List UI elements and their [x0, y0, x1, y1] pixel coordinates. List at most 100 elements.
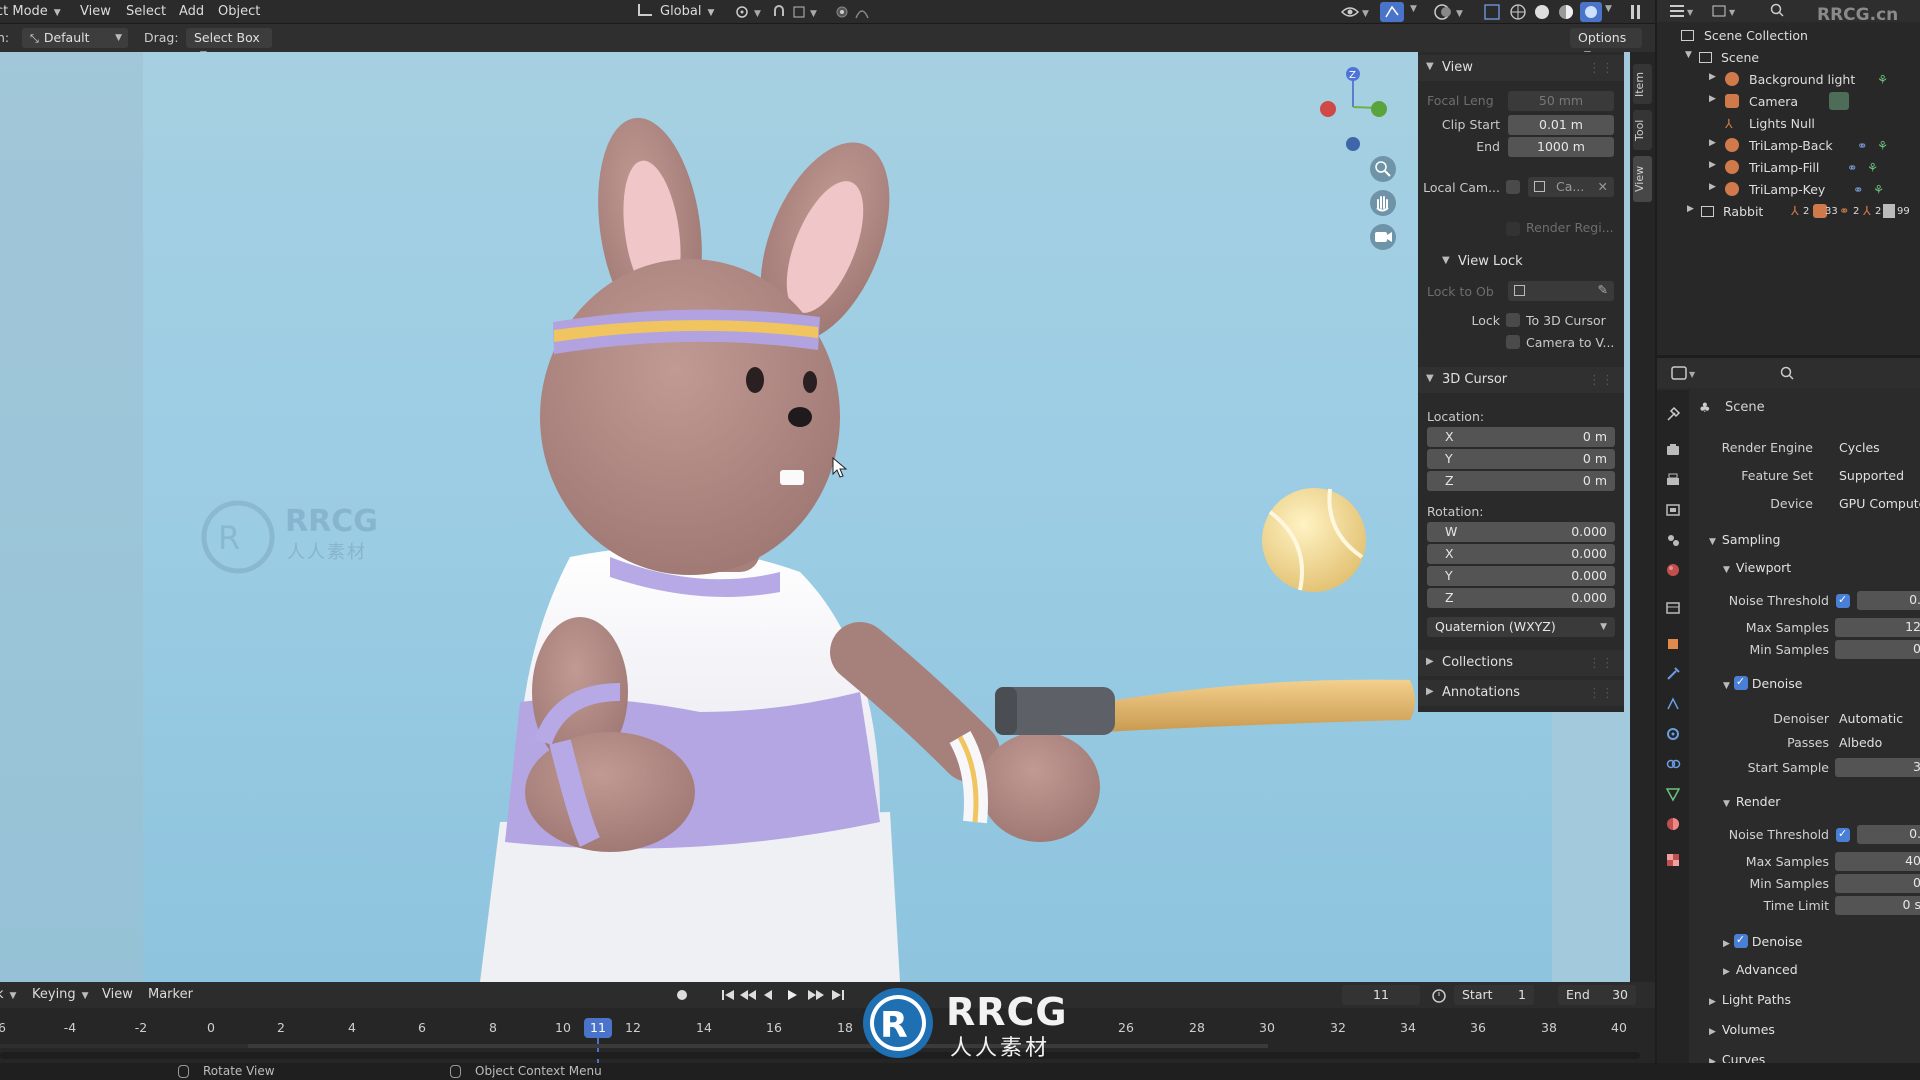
cursor-location-z[interactable]: Z0 m: [1427, 471, 1615, 491]
output-tab-icon[interactable]: [1665, 472, 1681, 488]
shading-solid-icon[interactable]: [1532, 2, 1552, 22]
mode-select[interactable]: ct Mode ▼: [0, 4, 61, 19]
menu-select[interactable]: Select: [126, 4, 166, 19]
gizmo-toggle-icon[interactable]: [1380, 2, 1404, 22]
cursor-location-y[interactable]: Y0 m: [1427, 449, 1615, 469]
advanced-subsection[interactable]: ▶ Advanced: [1723, 962, 1798, 977]
local-camera-checkbox[interactable]: [1506, 180, 1520, 194]
shading-wireframe-icon[interactable]: [1508, 2, 1528, 22]
outliner-item-trilamp-key[interactable]: ▶ TriLamp-Key ⚭ ⚘: [1657, 179, 1920, 201]
menu-view[interactable]: View: [80, 4, 111, 19]
cursor-rotation-y[interactable]: Y 0.000: [1427, 566, 1615, 586]
cursor-rotation-z[interactable]: Z 0.000: [1427, 588, 1615, 608]
stopwatch-icon[interactable]: [1430, 987, 1448, 1003]
tab-tool[interactable]: Tool: [1633, 110, 1652, 150]
render-subsection[interactable]: ▼ Render: [1723, 794, 1780, 809]
timeline-scrollbar[interactable]: [0, 1052, 1640, 1059]
r-denoise-checkbox[interactable]: [1733, 933, 1748, 948]
r-noise-threshold-checkbox[interactable]: [1836, 827, 1850, 842]
tab-item[interactable]: Item: [1633, 64, 1652, 104]
feature-set-select[interactable]: Supported: [1839, 468, 1904, 483]
clear-icon[interactable]: ✕: [1598, 179, 1608, 194]
clip-end-field[interactable]: 1000 m: [1508, 137, 1614, 157]
gizmo-dropdown-icon[interactable]: ▼: [1410, 4, 1417, 14]
lock-to-object-field[interactable]: ✎: [1508, 281, 1614, 301]
shading-rendered-icon[interactable]: [1580, 2, 1602, 22]
outliner-scene[interactable]: ▼ Scene: [1657, 47, 1920, 69]
transport-icons[interactable]: [720, 987, 850, 1003]
playback-menu[interactable]: k▼: [0, 987, 16, 1002]
vp-max-samples-field[interactable]: 12: [1835, 618, 1920, 637]
vp-min-samples-field[interactable]: 0: [1835, 640, 1920, 659]
collections-panel-header[interactable]: ▶ Collections ⋮⋮: [1418, 650, 1624, 676]
xray-icon[interactable]: [1482, 2, 1502, 22]
visibility-icon[interactable]: ▼: [1340, 3, 1370, 21]
editor-type-icon[interactable]: ▼: [1671, 365, 1697, 381]
clip-start-field[interactable]: 0.01 m: [1508, 115, 1614, 135]
vp-noise-threshold-field[interactable]: 0.: [1857, 591, 1920, 610]
scene-tab-icon[interactable]: [1665, 532, 1681, 548]
display-mode-icon[interactable]: ▼: [1711, 3, 1739, 19]
3d-viewport[interactable]: Z R RRCG 人人素材: [0, 52, 1630, 982]
lock-to-cursor-checkbox[interactable]: [1506, 313, 1520, 327]
pause-icon[interactable]: [1626, 2, 1646, 22]
tool-tab-icon[interactable]: [1665, 406, 1681, 422]
outliner-item-background-light[interactable]: ▶ Background light ⚘: [1657, 69, 1920, 91]
render-engine-select[interactable]: Cycles: [1839, 440, 1880, 455]
render-tab-icon[interactable]: [1665, 442, 1681, 458]
timeline-ruler[interactable]: 6 -4 -2 0 2 4 6 8 10 11 12 14 16 18 26 2…: [0, 1008, 1655, 1063]
cursor-rotation-w[interactable]: W 0.000: [1427, 522, 1615, 542]
physics-tab-icon[interactable]: [1665, 726, 1681, 742]
menu-add[interactable]: Add: [179, 4, 204, 19]
3d-cursor-panel-header[interactable]: ▼ 3D Cursor ⋮⋮: [1418, 367, 1624, 393]
view-panel-header[interactable]: ▼ View ⋮⋮: [1418, 55, 1624, 81]
overlay-icon[interactable]: ▼: [1432, 2, 1466, 22]
shading-material-icon[interactable]: [1556, 2, 1576, 22]
volumes-section[interactable]: ▶ Volumes: [1709, 1022, 1775, 1037]
start-sample-field[interactable]: 3: [1835, 758, 1920, 777]
render-region-checkbox[interactable]: [1506, 222, 1520, 236]
outliner-item-rabbit[interactable]: ▶ Rabbit ⅄ 2 33 ⚭ 2 ⅄ 2 99: [1657, 201, 1920, 223]
rotation-mode-select[interactable]: Quaternion (WXYZ) ▼: [1427, 617, 1615, 637]
start-frame-field[interactable]: Start 1: [1454, 985, 1534, 1005]
vp-denoise-subsection[interactable]: ▼Denoise: [1723, 675, 1802, 691]
search-icon[interactable]: [1779, 365, 1795, 381]
pan-hand-icon[interactable]: [1370, 190, 1396, 216]
sampling-section[interactable]: ▼ Sampling: [1709, 532, 1780, 547]
constraints-tab-icon[interactable]: [1665, 756, 1681, 772]
orientation-select[interactable]: ⤡ Default ▼: [22, 28, 128, 48]
timeline-view-menu[interactable]: View: [102, 987, 133, 1002]
world-tab-icon[interactable]: [1665, 562, 1681, 578]
data-tab-icon[interactable]: [1665, 786, 1681, 802]
particles-tab-icon[interactable]: [1665, 696, 1681, 712]
zoom-icon[interactable]: [1370, 156, 1396, 182]
cursor-location-x[interactable]: X0 m: [1427, 427, 1615, 447]
outliner-item-trilamp-back[interactable]: ▶ TriLamp-Back ⚭ ⚘: [1657, 135, 1920, 157]
r-max-samples-field[interactable]: 40: [1835, 852, 1920, 871]
texture-tab-icon[interactable]: [1665, 852, 1681, 868]
camera-view-icon[interactable]: [1370, 224, 1396, 250]
outliner-item-lights-null[interactable]: ⅄ Lights Null: [1657, 113, 1920, 135]
navigation-gizmo[interactable]: Z: [1310, 62, 1390, 152]
snap-icon[interactable]: ▼: [772, 4, 822, 20]
r-min-samples-field[interactable]: 0: [1835, 874, 1920, 893]
outliner-item-camera[interactable]: ▶ Camera: [1657, 91, 1920, 113]
drag-select[interactable]: Select Box▼: [186, 28, 272, 60]
end-frame-field[interactable]: End 30: [1558, 985, 1636, 1005]
proportional-edit-icon[interactable]: [836, 4, 886, 20]
options-dropdown[interactable]: Options▼: [1570, 28, 1642, 60]
search-icon[interactable]: [1769, 2, 1785, 18]
editor-type-icon[interactable]: ▼: [1669, 3, 1695, 19]
tab-view[interactable]: View: [1633, 156, 1652, 202]
cursor-rotation-x[interactable]: X 0.000: [1427, 544, 1615, 564]
pivot-icon[interactable]: ▼: [734, 4, 764, 20]
marker-menu[interactable]: Marker: [148, 987, 193, 1002]
collection-tab-icon[interactable]: [1665, 600, 1681, 616]
view-layer-tab-icon[interactable]: [1665, 502, 1681, 518]
modifier-tab-icon[interactable]: [1665, 666, 1681, 682]
transform-orientation-select[interactable]: Global ▼: [638, 4, 714, 19]
passes-select[interactable]: Albedo: [1839, 735, 1882, 750]
viewport-subsection[interactable]: ▼ Viewport: [1723, 560, 1791, 575]
current-frame-field[interactable]: 11: [1342, 985, 1420, 1005]
vp-noise-threshold-checkbox[interactable]: [1836, 593, 1850, 608]
